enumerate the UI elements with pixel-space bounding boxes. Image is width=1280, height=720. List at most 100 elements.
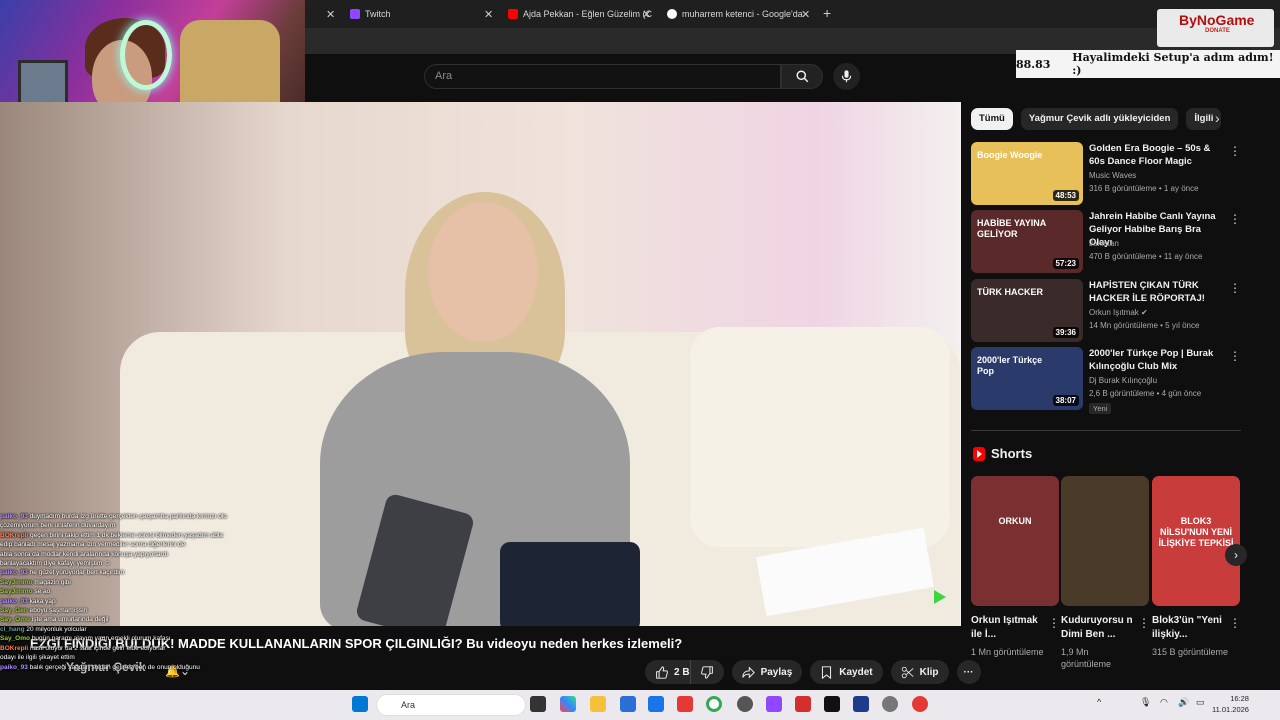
channel-name[interactable]: Jahistan xyxy=(1089,239,1119,248)
chip-uploader[interactable]: Yağmur Çevik adlı yükleyiciden xyxy=(1020,108,1179,130)
dislike-button[interactable] xyxy=(689,660,724,684)
video-duration: 39:36 xyxy=(1052,327,1079,338)
channel-name[interactable]: Music Waves xyxy=(1089,171,1136,180)
new-tab-button[interactable]: + xyxy=(823,5,831,21)
suggested-video[interactable]: 2000'ler Türkçe Pop 38:07 2000'ler Türkçe … xyxy=(971,347,1241,414)
clip-button[interactable]: Klip xyxy=(890,660,949,684)
windows-start-icon[interactable] xyxy=(352,696,368,712)
tray-chevron-icon[interactable]: ^ xyxy=(1097,697,1101,707)
chat-username: SayJimmo xyxy=(0,578,33,586)
brand-name: ByNoGame xyxy=(1179,12,1255,28)
shorts-next-button[interactable]: › xyxy=(1225,544,1247,566)
store-icon[interactable] xyxy=(620,696,636,712)
more-vert-icon[interactable]: ⋮ xyxy=(1229,212,1241,226)
search-input[interactable]: Ara xyxy=(424,64,781,89)
voice-search-button[interactable] xyxy=(833,63,860,90)
chat-text: 20 milyonluk yolcular xyxy=(26,625,87,633)
wifi-icon[interactable]: ◠ xyxy=(1160,697,1168,708)
chrome-icon[interactable] xyxy=(706,696,722,712)
suggested-video[interactable]: Boogie Woogie 48:53 Golden Era Boogie – 50… xyxy=(971,142,1241,206)
goal-message: Hayalimdeki Setup'a adım adım! :) xyxy=(1072,51,1274,77)
chat-text: nasıl oluyor da 2 saat içinde gelir elde… xyxy=(29,644,166,652)
channel-name[interactable]: Orkun Işıtmak ✔ xyxy=(1089,308,1148,317)
chat-message: Say_Omo bugün paramı alayım yarın emekli… xyxy=(0,634,300,643)
opera-icon[interactable] xyxy=(912,696,928,712)
video-thumbnail[interactable]: HABİBE YAYINA GELİYOR 57:23 xyxy=(971,210,1083,273)
like-button[interactable]: 2 B xyxy=(645,660,690,684)
video-meta: 316 B görüntüleme • 1 ay önce xyxy=(1089,184,1199,193)
video-title[interactable]: Golden Era Boogie – 50s & 60s Dance Floo… xyxy=(1089,142,1221,168)
short-thumbnail[interactable] xyxy=(1061,476,1149,606)
mail-icon[interactable] xyxy=(648,696,664,712)
app-l-icon[interactable] xyxy=(795,696,811,712)
video-title[interactable]: 2000'ler Türkçe Pop | Burak Kılınçoğlu C… xyxy=(1089,347,1221,373)
task-view-icon[interactable] xyxy=(530,696,546,712)
chat-text: kaka yap xyxy=(29,597,56,605)
video-person-head xyxy=(428,202,538,342)
shorts-header: Shorts xyxy=(973,446,1032,461)
twitch-taskbar-icon[interactable] xyxy=(766,696,782,712)
short-title[interactable]: Blok3'ün "Yeni ilişkiy... xyxy=(1152,614,1230,642)
channel-name[interactable]: Dj Burak Kılınçoğlu xyxy=(1089,376,1157,385)
chat-message: Say_Omo işte ama umurlarında değil xyxy=(0,615,300,624)
donation-goal-banner: 88.83 Hayalimdeki Setup'a adım adım! :) xyxy=(1016,50,1280,78)
mic-tray-icon[interactable]: 🎙 xyxy=(1140,697,1151,708)
more-actions-button[interactable]: ··· xyxy=(956,660,981,684)
app-blue-icon[interactable] xyxy=(853,696,869,712)
short-item[interactable]: Kuduruyorsu n Dimi Ben ... 1,9 Mn görüntü… xyxy=(1061,476,1150,670)
app-icon[interactable] xyxy=(737,696,753,712)
suggested-video[interactable]: TÜRK HACKER 39:36 HAPİSTEN ÇIKAN TÜRK HACK… xyxy=(971,279,1241,343)
close-icon[interactable]: ✕ xyxy=(484,8,493,21)
tiktok-icon[interactable] xyxy=(824,696,840,712)
more-vert-icon[interactable]: ⋮ xyxy=(1138,616,1150,630)
more-vert-icon[interactable]: ⋮ xyxy=(1048,616,1060,630)
chat-text: odayı ile ilgili şikayet ettim xyxy=(0,654,75,662)
chevron-right-icon[interactable]: › xyxy=(1215,110,1220,126)
taskbar-search-input[interactable]: Ara xyxy=(376,694,526,716)
close-icon[interactable]: ✕ xyxy=(801,8,810,21)
chat-username: Say_Omo xyxy=(0,635,30,643)
battery-icon[interactable]: ▭ xyxy=(1196,697,1205,708)
video-thumbnail[interactable]: TÜRK HACKER 39:36 xyxy=(971,279,1083,342)
chat-text: balık gerçeği sağdan soldan gelmez ben d… xyxy=(29,663,200,671)
share-button[interactable]: Paylaş xyxy=(731,660,803,684)
volume-icon[interactable]: 🔊 xyxy=(1178,697,1189,708)
clock-time: 16:28 xyxy=(1230,694,1249,703)
tab-youtube[interactable]: Ajda Pekkan - Eğlen Güzelim (C ✕ xyxy=(508,4,658,24)
video-thumbnail[interactable]: Boogie Woogie 48:53 xyxy=(971,142,1083,205)
tab-title: Ajda Pekkan - Eğlen Güzelim (C xyxy=(523,9,653,19)
chat-text: çözemiyorum beni unlaferin duvardayım xyxy=(0,522,116,530)
chat-text: bugün paramı alayım yarın emekli olurum … xyxy=(31,635,171,643)
short-views: 315 B görüntüleme xyxy=(1152,647,1229,657)
more-vert-icon[interactable]: ⋮ xyxy=(1229,616,1241,630)
taskbar-clock[interactable]: 16:28 11.01.2026 xyxy=(1212,693,1249,715)
more-vert-icon[interactable]: ⋮ xyxy=(1229,281,1241,295)
save-button[interactable]: Kaydet xyxy=(810,660,883,684)
video-meta: 2,6 B görüntüleme • 4 gün önce xyxy=(1089,389,1202,398)
video-title[interactable]: HAPİSTEN ÇIKAN TÜRK HACKER İLE RÖPORTAJ! xyxy=(1089,279,1221,305)
short-thumbnail[interactable]: ORKUN xyxy=(971,476,1059,606)
app-red-icon[interactable] xyxy=(677,696,693,712)
video-duration: 48:53 xyxy=(1052,190,1079,201)
tab-twitch[interactable]: Twitch ✕ xyxy=(350,4,500,24)
short-item[interactable]: BLOK3 NİLSU'NUN YENİ İLİŞKİYE TEPKİSİ Blo… xyxy=(1152,476,1241,658)
search-button[interactable] xyxy=(781,64,823,89)
chat-message: BOKrepli geçen birini takip ettim 1 dk b… xyxy=(0,531,300,540)
chip-all[interactable]: Tümü xyxy=(971,108,1013,130)
chat-message: abla sonra da modlar kendi aralarında ko… xyxy=(0,550,300,559)
short-item[interactable]: ORKUN Orkun Işıtmak ile İ... 1 Mn görüntül… xyxy=(971,476,1060,658)
copilot-icon[interactable] xyxy=(560,696,576,712)
video-thumbnail[interactable]: 2000'ler Türkçe Pop 38:07 xyxy=(971,347,1083,410)
more-vert-icon[interactable]: ⋮ xyxy=(1229,144,1241,158)
close-icon[interactable]: ✕ xyxy=(642,8,651,21)
file-explorer-icon[interactable] xyxy=(590,696,606,712)
settings-icon[interactable] xyxy=(882,696,898,712)
short-thumbnail-text: BLOK3 NİLSU'NUN YENİ İLİŞKİYE TEPKİSİ xyxy=(1158,516,1234,548)
short-title[interactable]: Kuduruyorsu n Dimi Ben ... xyxy=(1061,614,1139,642)
short-thumbnail[interactable]: BLOK3 NİLSU'NUN YENİ İLİŞKİYE TEPKİSİ xyxy=(1152,476,1240,606)
tab-google[interactable]: muharrem ketenci - Google'da ✕ xyxy=(667,4,817,24)
more-vert-icon[interactable]: ⋮ xyxy=(1229,349,1241,363)
short-title[interactable]: Orkun Işıtmak ile İ... xyxy=(971,614,1049,642)
suggested-video[interactable]: HABİBE YAYINA GELİYOR 57:23 Jahrein Habibe… xyxy=(971,210,1241,274)
thumbs-down-icon xyxy=(700,665,713,679)
